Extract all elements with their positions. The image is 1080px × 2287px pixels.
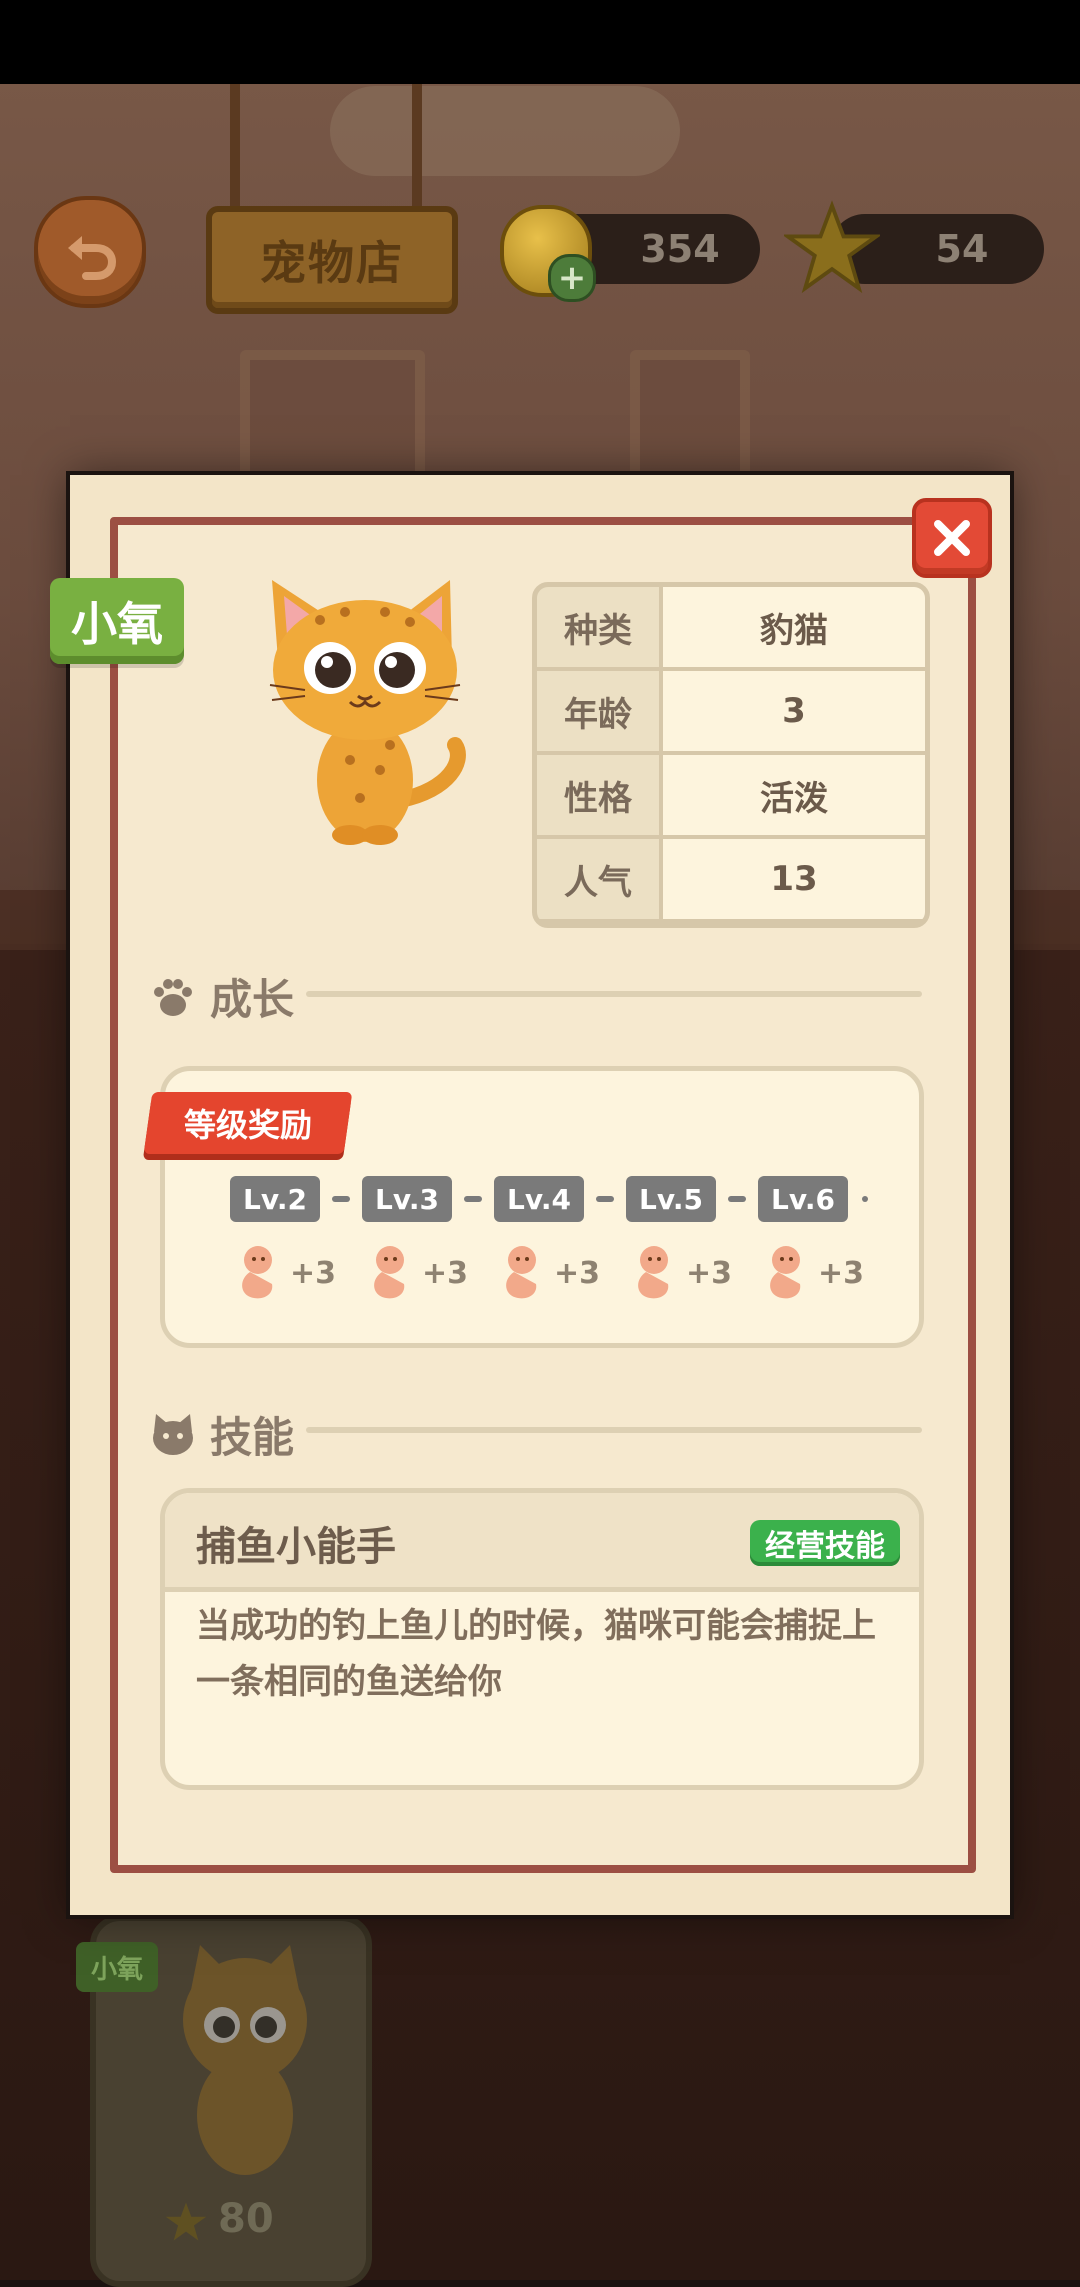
- level-badge: Lv.3: [362, 1176, 452, 1222]
- info-row-age: 年龄 3: [537, 671, 925, 751]
- worm-icon: [242, 1246, 273, 1299]
- info-value: 13: [663, 839, 925, 919]
- skills-section-header: 技能: [150, 1404, 294, 1465]
- pet-info-table: 种类 豹猫 年龄 3 性格 活泼 人气 13: [532, 582, 930, 928]
- pet-portrait: [269, 580, 466, 845]
- level-badge: Lv.6: [758, 1176, 848, 1222]
- growth-section-title: 成长: [210, 975, 295, 1024]
- level-connector: [728, 1196, 746, 1202]
- info-row-popularity: 人气 13: [537, 839, 925, 919]
- shop-title-sign: 宠物店: [206, 206, 458, 314]
- skill-type-badge: 经营技能: [750, 1520, 900, 1566]
- star-icon: [784, 200, 880, 294]
- reward-amount: +3: [290, 1256, 337, 1291]
- back-arrow-icon: [68, 236, 117, 280]
- pet-card-cat-image: [183, 1945, 307, 2175]
- add-coins-button[interactable]: +: [548, 254, 596, 302]
- worm-icon: [770, 1246, 801, 1299]
- back-button[interactable]: [34, 196, 146, 308]
- level-badge: Lv.4: [494, 1176, 584, 1222]
- cat-head-icon: [153, 1413, 193, 1455]
- wall-picture-2: [630, 350, 750, 490]
- pet-card-star-icon: [165, 2202, 207, 2241]
- reward-amount: +3: [686, 1256, 733, 1291]
- reward-amount: +3: [818, 1256, 865, 1291]
- star-count: 54: [935, 227, 989, 271]
- skills-section-title: 技能: [210, 1413, 295, 1462]
- reward-amount: +3: [422, 1256, 469, 1291]
- pet-card-name: 小氧: [76, 1942, 158, 1992]
- info-key: 人气: [537, 839, 659, 919]
- info-value: 3: [663, 671, 925, 751]
- paw-icon: [154, 978, 192, 1016]
- close-button[interactable]: [912, 498, 992, 578]
- skills-divider: [306, 1427, 922, 1433]
- worm-icon: [374, 1246, 405, 1299]
- pet-card-stars: 80: [218, 2196, 274, 2242]
- worm-icon: [506, 1246, 537, 1299]
- level-badge: Lv.2: [230, 1176, 320, 1222]
- status-bar: [0, 0, 1080, 84]
- growth-section-header: 成长: [150, 966, 294, 1027]
- info-key: 年龄: [537, 671, 659, 751]
- level-reward-label: 等级奖励: [183, 1106, 312, 1144]
- shop-top-sign: [330, 86, 680, 176]
- reward-amount: +3: [554, 1256, 601, 1291]
- info-key: 种类: [537, 587, 659, 667]
- info-value: 活泼: [663, 755, 925, 835]
- close-icon: [934, 520, 970, 556]
- skill-name: 捕鱼小能手: [196, 1524, 396, 1570]
- level-badge: Lv.5: [626, 1176, 716, 1222]
- growth-divider: [306, 991, 922, 997]
- sign-rope-right: [412, 84, 422, 214]
- info-key: 性格: [537, 755, 659, 835]
- skill-description: 当成功的钓上鱼儿的时候，猫咪可能会捕捉上一条相同的鱼送给你: [196, 1606, 876, 1702]
- level-connector: [464, 1196, 482, 1202]
- level-connector: [862, 1196, 868, 1202]
- info-value: 豹猫: [663, 587, 925, 667]
- coin-count: 354: [640, 227, 720, 271]
- level-connector: [596, 1196, 614, 1202]
- info-row-personality: 性格 活泼: [537, 755, 925, 835]
- level-connector: [332, 1196, 350, 1202]
- worm-icon: [638, 1246, 669, 1299]
- sign-rope-left: [230, 84, 240, 214]
- info-row-species: 种类 豹猫: [537, 587, 925, 667]
- pet-name-tag: 小氧: [50, 578, 184, 664]
